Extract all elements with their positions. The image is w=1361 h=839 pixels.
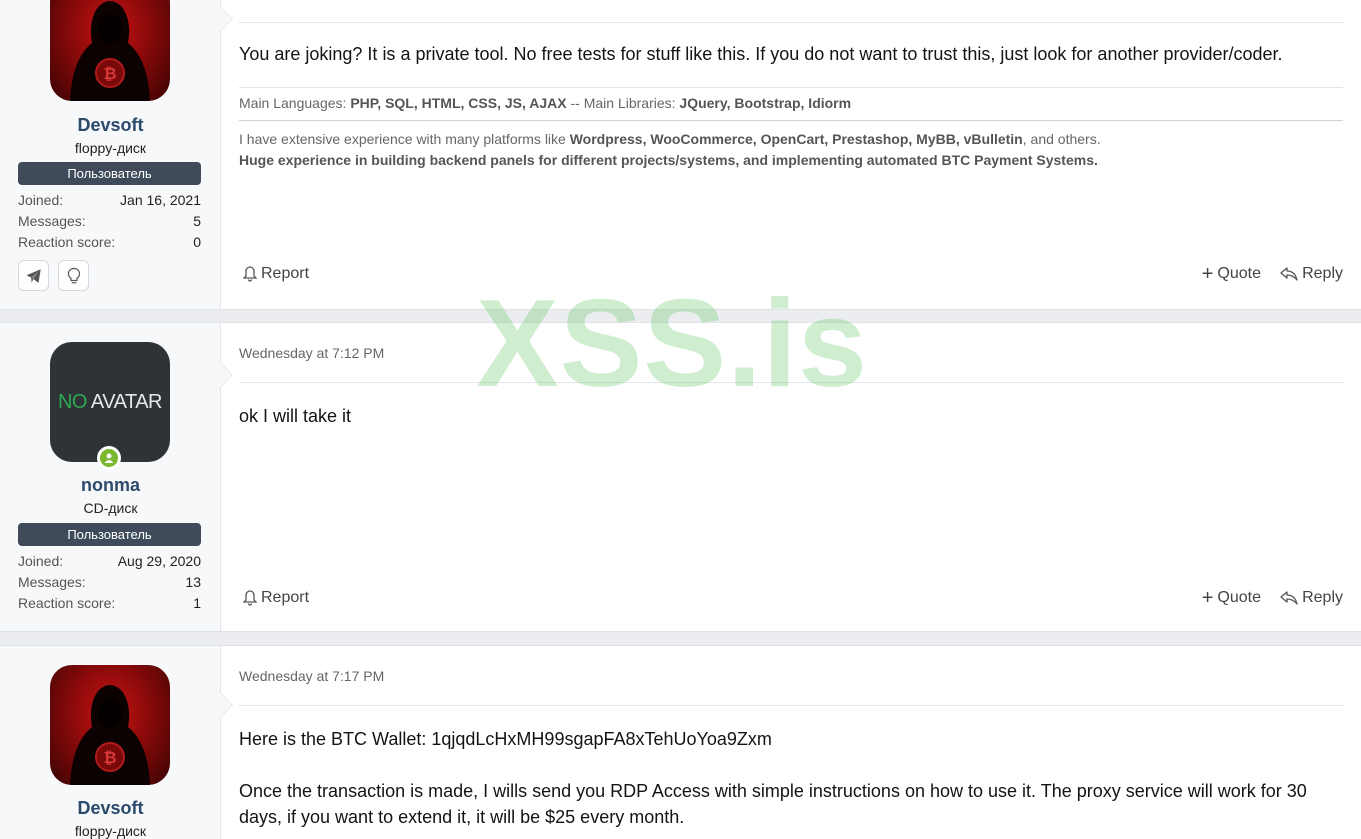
user-title: floppy-диск — [74, 140, 147, 156]
divider — [239, 22, 1343, 23]
telegram-contact-button[interactable] — [18, 260, 49, 291]
post-date[interactable]: Wednesday at 7:12 PM — [239, 345, 384, 361]
signature-languages: Main Languages: PHP, SQL, HTML, CSS, JS,… — [239, 95, 1343, 111]
telegram-icon — [26, 268, 41, 283]
stat-label: Reaction score: — [18, 234, 116, 250]
reply-label: Reply — [1302, 265, 1343, 282]
stat-value: 13 — [185, 574, 201, 590]
stat-value: 5 — [193, 213, 201, 229]
avatar[interactable]: ₿ — [50, 0, 170, 101]
signature-line: I have extensive experience with many pl… — [239, 129, 1343, 150]
post-date[interactable]: Wednesday at 7:17 PM — [239, 668, 384, 684]
post-main: Wednesday at 7:17 PM Here is the BTC Wal… — [221, 646, 1361, 839]
avatar[interactable]: ₿ — [50, 665, 170, 785]
avatar-text-rest: AVATAR — [86, 390, 163, 413]
hacker-btc-avatar-icon: ₿ — [70, 1, 150, 101]
plus-icon: + — [1201, 587, 1214, 609]
stat-value: 0 — [193, 234, 201, 250]
avatar-text: NO AVATAR — [57, 390, 163, 414]
stat-value: Aug 29, 2020 — [117, 553, 201, 569]
reply-icon — [1280, 267, 1298, 281]
username[interactable]: Devsoft — [0, 115, 221, 136]
divider — [239, 382, 1343, 383]
post: NO AVATAR nonma CD-диск Пользователь Joi… — [0, 322, 1361, 632]
user-banner: Пользователь — [18, 162, 201, 185]
signature-text: I have extensive experience with many pl… — [239, 129, 1343, 171]
svg-text:₿: ₿ — [103, 64, 116, 83]
reply-button[interactable]: Reply — [1280, 265, 1343, 283]
quote-button[interactable]: + Quote — [1201, 587, 1261, 609]
avatar[interactable]: NO AVATAR — [50, 342, 170, 462]
sig-sep: -- — [570, 95, 580, 111]
stat-label: Messages: — [18, 213, 86, 229]
signature-line: Huge experience in building backend pane… — [239, 150, 1343, 171]
user-panel: NO AVATAR nonma CD-диск Пользователь Joi… — [0, 323, 233, 631]
stat-label: Joined: — [18, 192, 64, 208]
reply-button[interactable]: Reply — [1280, 589, 1343, 607]
user-title: CD-диск — [83, 500, 138, 516]
post-actions: Report + Quote Reply — [239, 263, 1343, 287]
stat-messages: Messages: 13 — [18, 574, 201, 590]
user-panel: ₿ Devsoft floppy-диск — [0, 646, 233, 839]
sig-languages: PHP, SQL, HTML, CSS, JS, AJAX — [350, 95, 567, 111]
lightbulb-icon — [67, 267, 80, 283]
sig-text: I have extensive experience with many pl… — [239, 131, 566, 147]
svg-text:₿: ₿ — [103, 748, 116, 767]
sig-platforms: Wordpress, WooCommerce, OpenCart, Presta… — [569, 131, 1023, 147]
report-label: Report — [261, 589, 310, 606]
quote-label: Quote — [1217, 265, 1261, 282]
sig-strong: Huge experience in building backend pane… — [239, 152, 1098, 168]
report-label: Report — [261, 265, 310, 282]
quote-button[interactable]: + Quote — [1201, 263, 1261, 285]
stat-messages: Messages: 5 — [18, 213, 201, 229]
post-main: Wednesday at 7:12 PM ok I will take it R… — [221, 323, 1361, 631]
stat-value: 1 — [193, 595, 201, 611]
post-body: ok I will take it — [239, 406, 352, 426]
online-indicator — [97, 446, 121, 470]
stat-label: Messages: — [18, 574, 86, 590]
post-body-paragraph: Once the transaction is made, I wills se… — [239, 781, 1307, 827]
avatar-text-no: NO — [57, 390, 88, 413]
user-panel: ₿ Devsoft floppy-диск Пользователь Joine… — [0, 0, 233, 309]
reply-icon — [1280, 591, 1298, 605]
post: ₿ Devsoft floppy-диск Wednesday at 7:17 … — [0, 645, 1361, 839]
plus-icon: + — [1201, 263, 1214, 285]
user-banner: Пользователь — [18, 523, 201, 546]
sig-text: , and others. — [1022, 131, 1101, 147]
stat-label: Reaction score: — [18, 595, 116, 611]
user-title: floppy-диск — [74, 823, 147, 839]
bell-icon — [243, 266, 257, 282]
online-user-icon — [100, 449, 118, 467]
divider — [239, 705, 1343, 706]
sig-libraries: JQuery, Bootstrap, Idiorm — [679, 95, 852, 111]
quote-label: Quote — [1217, 589, 1261, 606]
post-body: You are joking? It is a private tool. No… — [239, 44, 1283, 64]
post-body-line: Here is the BTC Wallet: 1qjqdLcHxMH99sga… — [239, 729, 772, 749]
username[interactable]: nonma — [0, 475, 221, 496]
post: ₿ Devsoft floppy-диск Пользователь Joine… — [0, 0, 1361, 310]
divider — [239, 87, 1343, 88]
stat-joined: Joined: Aug 29, 2020 — [18, 553, 201, 569]
username[interactable]: Devsoft — [0, 798, 221, 819]
post-main: You are joking? It is a private tool. No… — [221, 0, 1361, 309]
stat-joined: Joined: Jan 16, 2021 — [18, 192, 201, 208]
report-button[interactable]: Report — [243, 265, 309, 283]
stat-label: Joined: — [18, 553, 64, 569]
stat-reaction-score: Reaction score: 1 — [18, 595, 201, 611]
report-button[interactable]: Report — [243, 589, 309, 607]
stat-reaction-score: Reaction score: 0 — [18, 234, 201, 250]
sig-label: Main Libraries: — [583, 95, 676, 111]
sig-label: Main Languages: — [239, 95, 347, 111]
bell-icon — [243, 590, 257, 606]
signature-divider — [239, 120, 1343, 121]
hacker-btc-avatar-icon: ₿ — [70, 685, 150, 785]
post-actions: Report + Quote Reply — [239, 587, 1343, 611]
reply-label: Reply — [1302, 589, 1343, 606]
lightbulb-button[interactable] — [58, 260, 89, 291]
stat-value: Jan 16, 2021 — [120, 192, 201, 208]
